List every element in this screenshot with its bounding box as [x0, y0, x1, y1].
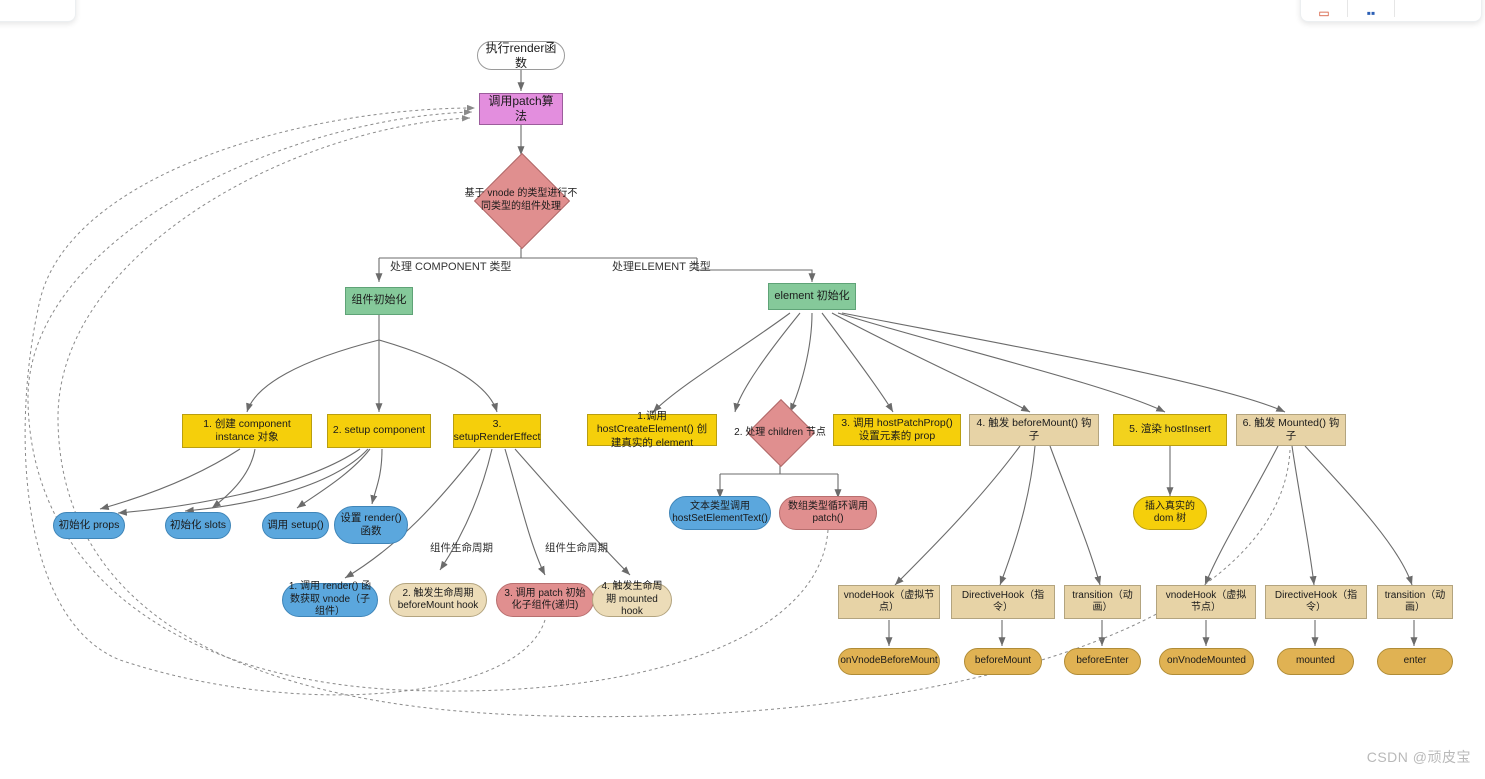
- node-element-init[interactable]: element 初始化: [768, 283, 856, 310]
- node-label: 4. 触发 beforeMount() 钩子: [976, 416, 1092, 442]
- node-setup-component[interactable]: 2. setup component: [327, 414, 431, 448]
- node-text-host-set-element-text[interactable]: 文本类型调用 hostSetElementText(): [669, 496, 771, 530]
- flowchart-canvas: 执行render函数 调用patch算法 基于 vnode 的类型进行不同类型的…: [0, 0, 1485, 779]
- node-label: vnodeHook（虚拟节点）: [1165, 589, 1247, 614]
- node-patch-child-component[interactable]: 3. 调用 patch 初始化子组件(递归): [496, 583, 594, 617]
- node-create-component-instance[interactable]: 1. 创建 component instance 对象: [182, 414, 312, 448]
- edge-label-lifecycle-2: 组件生命周期: [545, 540, 608, 555]
- edge-label-component-type: 处理 COMPONENT 类型: [390, 258, 511, 274]
- node-label: 初始化 slots: [170, 518, 227, 531]
- edge-label-text: 组件生命周期: [430, 542, 493, 554]
- toolbar-left-fragment: [0, 0, 76, 22]
- edge-label-lifecycle-1: 组件生命周期: [430, 540, 493, 555]
- apps-icon[interactable]: ▪▪: [1348, 0, 1394, 21]
- node-label: beforeMount: [974, 655, 1032, 667]
- node-label: 2. setup component: [332, 424, 426, 437]
- node-trigger-beforemount[interactable]: 4. 触发 beforeMount() 钩子: [969, 414, 1099, 446]
- node-label: enter: [1403, 655, 1427, 667]
- node-label: 调用 setup(): [267, 518, 324, 531]
- node-label: 2. 处理 children 节点: [734, 426, 826, 438]
- node-mounted[interactable]: mounted: [1277, 648, 1354, 675]
- node-beforeenter[interactable]: beforeEnter: [1064, 648, 1141, 675]
- watermark: CSDN @顽皮宝: [1367, 747, 1471, 767]
- node-label: 设置 render() 函数: [340, 511, 402, 537]
- node-onvnodebeforemount[interactable]: onVnodeBeforeMount: [838, 648, 940, 675]
- toolbar-separator: [1394, 0, 1395, 17]
- node-render-fn[interactable]: 执行render函数: [477, 41, 565, 70]
- monitor-icon[interactable]: ▭: [1301, 0, 1347, 21]
- node-vnodehook-2[interactable]: vnodeHook（虚拟节点）: [1156, 585, 1256, 619]
- node-label: onVnodeBeforeMount: [840, 655, 938, 667]
- node-label: 1. 创建 component instance 对象: [203, 417, 291, 443]
- node-init-slots[interactable]: 初始化 slots: [165, 512, 231, 539]
- edge-label-text: 组件生命周期: [545, 542, 608, 554]
- node-label: 2. 触发生命周期 beforeMount hook: [397, 587, 479, 612]
- node-label: 组件初始化: [351, 294, 407, 307]
- node-label: 4. 触发生命周期 mounted hook: [601, 581, 663, 618]
- watermark-text: CSDN @顽皮宝: [1366, 749, 1471, 765]
- node-label: 3. 调用 patch 初始化子组件(递归): [504, 587, 586, 612]
- node-label: onVnodeMounted: [1167, 655, 1246, 667]
- toolbar-right-fragment[interactable]: ▭ ▪▪: [1300, 0, 1482, 22]
- node-set-render-fn[interactable]: 设置 render() 函数: [334, 506, 408, 544]
- node-onvnodemounted[interactable]: onVnodeMounted: [1159, 648, 1254, 675]
- node-label: transition（动画）: [1072, 589, 1133, 614]
- node-label: 文本类型调用 hostSetElementText(): [672, 500, 768, 525]
- node-array-loop-patch[interactable]: 数组类型循环调用 patch(): [779, 496, 877, 530]
- edge-label-text: 处理 COMPONENT 类型: [390, 261, 512, 273]
- node-init-props[interactable]: 初始化 props: [53, 512, 125, 539]
- node-label: 1. 调用 render() 函数获取 vnode（子组件）: [288, 581, 372, 618]
- node-host-create-element[interactable]: 1.调用 hostCreateElement() 创建真实的 element: [587, 410, 717, 449]
- node-enter[interactable]: enter: [1377, 648, 1453, 675]
- node-transition-1[interactable]: transition（动画）: [1064, 585, 1141, 619]
- flowchart-edges: [24, 70, 1418, 718]
- node-label: 基于 vnode 的类型进行不同类型的组件处理: [464, 188, 578, 212]
- node-setup-render-effect[interactable]: 3. setupRenderEffect: [453, 414, 541, 448]
- node-trigger-beforemount-hook[interactable]: 2. 触发生命周期 beforeMount hook: [389, 583, 487, 617]
- node-label: 初始化 props: [58, 518, 120, 531]
- node-label: beforeEnter: [1076, 655, 1129, 667]
- node-label: element 初始化: [774, 289, 850, 302]
- node-directivehook-1[interactable]: DirectiveHook（指令）: [951, 585, 1055, 619]
- node-patch-algo[interactable]: 调用patch算法: [479, 93, 563, 125]
- node-directivehook-2[interactable]: DirectiveHook（指令）: [1265, 585, 1367, 619]
- node-trigger-mounted[interactable]: 6. 触发 Mounted() 钩子: [1236, 414, 1346, 446]
- edge-label-element-type: 处理ELEMENT 类型: [612, 258, 711, 274]
- node-host-patch-prop[interactable]: 3. 调用 hostPatchProp() 设置元素的 prop: [833, 414, 961, 446]
- edge-label-text: 处理ELEMENT 类型: [612, 261, 711, 273]
- node-transition-2[interactable]: transition（动画）: [1377, 585, 1453, 619]
- node-beforemount[interactable]: beforeMount: [964, 648, 1042, 675]
- node-handle-children[interactable]: 2. 处理 children 节点: [734, 399, 826, 467]
- node-call-render-get-vnode[interactable]: 1. 调用 render() 函数获取 vnode（子组件）: [282, 581, 378, 618]
- node-label: transition（动画）: [1384, 589, 1446, 614]
- node-label: 数组类型循环调用 patch(): [788, 500, 868, 525]
- node-call-setup[interactable]: 调用 setup(): [262, 512, 329, 539]
- node-vnode-branch[interactable]: 基于 vnode 的类型进行不同类型的组件处理: [465, 152, 577, 250]
- node-label: 3. 调用 hostPatchProp() 设置元素的 prop: [841, 416, 953, 442]
- node-label: 1.调用 hostCreateElement() 创建真实的 element: [596, 410, 708, 449]
- node-component-init[interactable]: 组件初始化: [345, 287, 413, 315]
- node-vnodehook-1[interactable]: vnodeHook（虚拟节点）: [838, 585, 940, 619]
- node-label: 执行render函数: [485, 40, 557, 70]
- node-label: DirectiveHook（指令）: [961, 589, 1045, 614]
- node-label: mounted: [1296, 655, 1335, 667]
- node-insert-real-dom-tree[interactable]: 插入真实的 dom 树: [1133, 496, 1207, 530]
- node-label: 5. 渲染 hostInsert: [1129, 423, 1211, 436]
- node-render-host-insert[interactable]: 5. 渲染 hostInsert: [1113, 414, 1227, 446]
- node-trigger-mounted-hook[interactable]: 4. 触发生命周期 mounted hook: [592, 581, 672, 618]
- node-label: 调用patch算法: [488, 94, 554, 123]
- node-label: DirectiveHook（指令）: [1274, 589, 1358, 614]
- node-label: vnodeHook（虚拟节点）: [843, 589, 935, 614]
- node-label: 插入真实的 dom 树: [1145, 500, 1195, 525]
- node-label: 3. setupRenderEffect: [453, 417, 541, 443]
- node-label: 6. 触发 Mounted() 钩子: [1242, 416, 1340, 442]
